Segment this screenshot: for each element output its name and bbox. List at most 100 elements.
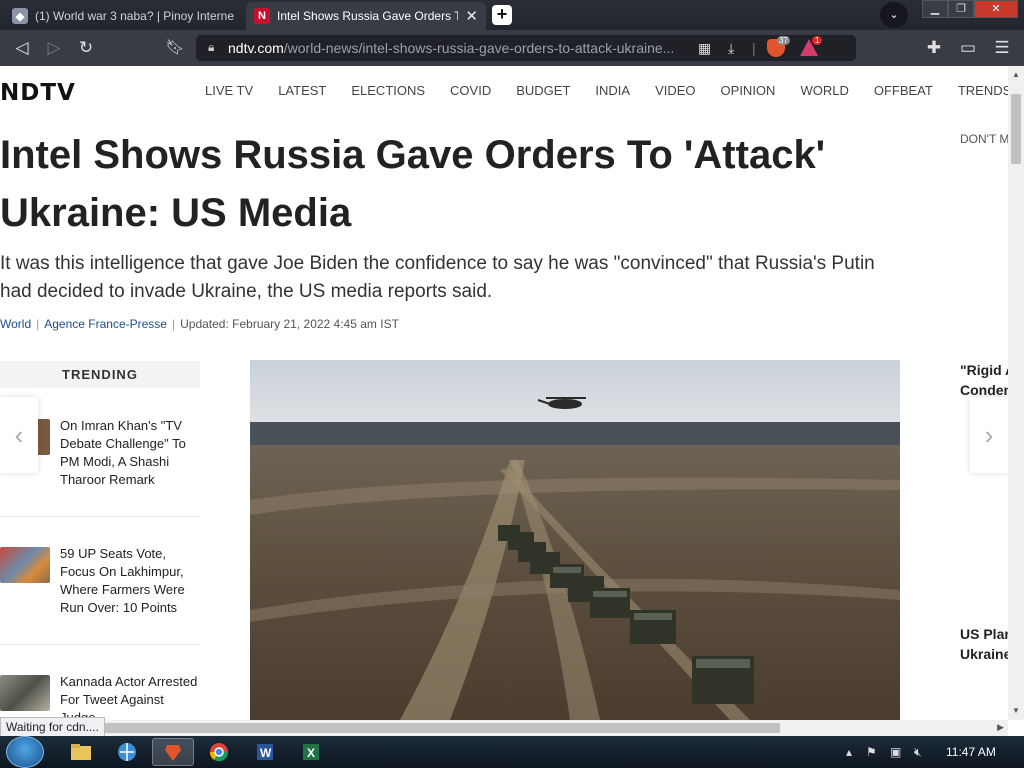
- military-convoy-photo: [250, 360, 900, 720]
- byline-separator: |: [171, 317, 176, 331]
- scroll-down-icon[interactable]: ▼: [1012, 706, 1020, 715]
- nav-budget[interactable]: BUDGET: [516, 83, 570, 98]
- chrome-icon: [209, 743, 229, 762]
- trending-thumbnail[interactable]: [0, 675, 50, 711]
- trending-panel: TRENDING On Imran Khan's "TV Debate Chal…: [0, 361, 200, 720]
- ndtv-logo[interactable]: NDTV: [0, 80, 76, 106]
- show-hidden-icons[interactable]: ▴: [846, 745, 852, 759]
- updated-date: Updated: February 21, 2022 4:45 am IST: [180, 317, 399, 331]
- horizontal-scrollbar[interactable]: ▶: [0, 720, 1008, 736]
- divider: [0, 644, 200, 645]
- window-controls: ▁ ❐ ✕: [922, 0, 1018, 18]
- side-story-2[interactable]: US Plan Ukraine: [960, 624, 1008, 664]
- tab-search-button[interactable]: ⌄: [880, 2, 908, 28]
- nav-elections[interactable]: ELECTIONS: [351, 83, 425, 98]
- side-story-line[interactable]: US Plan: [960, 624, 1008, 644]
- wallet-icon[interactable]: ▭: [958, 38, 978, 58]
- taskbar-clock[interactable]: 11:47 AM: [946, 745, 996, 759]
- word-icon: W: [257, 744, 273, 760]
- maximize-button[interactable]: ❐: [948, 0, 974, 18]
- trending-thumbnail[interactable]: [0, 547, 50, 583]
- nav-india[interactable]: INDIA: [595, 83, 630, 98]
- qr-code-icon[interactable]: ▦: [698, 40, 711, 57]
- nav-covid[interactable]: COVID: [450, 83, 491, 98]
- address-bar[interactable]: 🔒︎ ndtv.com/world-news/intel-shows-russi…: [196, 35, 856, 61]
- hero-image: [250, 360, 900, 720]
- dont-miss-heading: DON'T M: [960, 132, 1008, 146]
- status-bubble: Waiting for cdn....: [0, 717, 105, 737]
- url-path: /world-news/intel-shows-russia-gave-orde…: [283, 40, 675, 56]
- svg-text:W: W: [260, 746, 272, 760]
- horizontal-scroll-thumb[interactable]: [100, 723, 780, 733]
- taskbar-browser-2[interactable]: [106, 738, 148, 766]
- scroll-right-icon[interactable]: ▶: [997, 722, 1004, 733]
- divider: [0, 516, 200, 517]
- lock-icon: 🔒︎: [208, 40, 215, 54]
- side-story-line[interactable]: Ukraine: [960, 644, 1008, 664]
- install-app-icon[interactable]: ⤓: [728, 40, 734, 57]
- article-byline: World | Agence France-Presse | Updated: Febr…: [0, 317, 399, 331]
- browser-toolbar: ◁ ▷ ↻ 🔖︎ 🔒︎ ndtv.com/world-news/intel-sh…: [0, 30, 1024, 66]
- carousel-prev-button[interactable]: ‹: [0, 397, 38, 473]
- taskbar-word[interactable]: W: [244, 738, 286, 766]
- scroll-up-icon[interactable]: ▲: [1012, 70, 1020, 79]
- trending-heading: TRENDING: [0, 361, 200, 388]
- vertical-scrollbar[interactable]: ▲ ▼: [1008, 66, 1024, 720]
- bookmark-icon[interactable]: 🔖︎: [165, 38, 185, 58]
- volume-muted-icon[interactable]: 🔇︎: [914, 745, 922, 760]
- globe-icon: [118, 743, 136, 761]
- nav-video[interactable]: VIDEO: [655, 83, 695, 98]
- site-nav: NDTV LIVE TV LATEST ELECTIONS COVID BUDG…: [0, 66, 1008, 116]
- shield-count-badge: 37: [777, 36, 790, 45]
- menu-icon[interactable]: ☰: [992, 38, 1012, 58]
- close-tab-icon[interactable]: ✕: [465, 7, 478, 25]
- action-center-icon[interactable]: ⚑: [866, 745, 877, 759]
- folder-icon: [71, 744, 91, 760]
- svg-text:X: X: [307, 746, 315, 760]
- nav-latest[interactable]: LATEST: [278, 83, 326, 98]
- nav-offbeat[interactable]: OFFBEAT: [874, 83, 933, 98]
- excel-icon: X: [303, 744, 319, 760]
- back-icon[interactable]: ◁: [12, 38, 32, 58]
- carousel-next-button[interactable]: ›: [970, 397, 1008, 473]
- reload-icon[interactable]: ↻: [76, 38, 96, 58]
- tab-ndtv-article[interactable]: N Intel Shows Russia Gave Orders To 'Att…: [246, 2, 486, 30]
- extensions-icon[interactable]: ✚: [924, 38, 944, 58]
- nav-world[interactable]: WORLD: [800, 83, 848, 98]
- byline-separator: |: [36, 317, 40, 331]
- nav-live-tv[interactable]: LIVE TV: [205, 83, 253, 98]
- browser-tab-strip: ◆ (1) World war 3 naba? | Pinoy Internet…: [0, 0, 1024, 30]
- forward-icon[interactable]: ▷: [44, 38, 64, 58]
- article-headline: Intel Shows Russia Gave Orders To 'Attac…: [0, 133, 826, 235]
- tab-title: (1) World war 3 naba? | Pinoy Internet: [35, 9, 234, 23]
- article-summary: It was this intelligence that gave Joe B…: [0, 253, 875, 302]
- windows-taskbar: W X ▴ ⚑ ▣ 🔇︎ 11:47 AM: [0, 736, 1024, 768]
- new-tab-button[interactable]: +: [492, 5, 512, 25]
- category-link[interactable]: World: [0, 317, 31, 331]
- minimize-button[interactable]: ▁: [922, 0, 948, 18]
- nav-opinion[interactable]: OPINION: [721, 83, 776, 98]
- taskbar-file-explorer[interactable]: [60, 738, 102, 766]
- side-story-1[interactable]: "Rigid A Conden: [960, 360, 1008, 400]
- url-text[interactable]: ndtv.com/world-news/intel-shows-russia-g…: [228, 40, 688, 56]
- brave-icon: [165, 745, 181, 761]
- page-viewport: NDTV LIVE TV LATEST ELECTIONS COVID BUDG…: [0, 66, 1008, 720]
- trending-title[interactable]: 59 UP Seats Vote, Focus On Lakhimpur, Wh…: [60, 545, 200, 617]
- network-icon[interactable]: ▣: [890, 745, 901, 759]
- rewards-count-badge: 1: [812, 36, 823, 45]
- trending-title[interactable]: On Imran Khan's "TV Debate Challenge" To…: [60, 417, 200, 489]
- close-window-button[interactable]: ✕: [974, 0, 1018, 18]
- taskbar-brave[interactable]: [152, 738, 194, 766]
- tab-pinoy-internet[interactable]: ◆ (1) World war 3 naba? | Pinoy Internet: [4, 2, 242, 30]
- ndtv-favicon-icon: N: [254, 8, 270, 24]
- source-link[interactable]: Agence France-Presse: [44, 317, 167, 331]
- trending-title[interactable]: Kannada Actor Arrested For Tweet Against…: [60, 673, 200, 720]
- taskbar-excel[interactable]: X: [290, 738, 332, 766]
- nav-trends[interactable]: TRENDS: [958, 83, 1008, 98]
- vertical-scroll-thumb[interactable]: [1011, 94, 1021, 164]
- taskbar-chrome[interactable]: [198, 738, 240, 766]
- side-story-line[interactable]: "Rigid A: [960, 360, 1008, 380]
- pinoy-favicon-icon: ◆: [12, 8, 28, 24]
- tab-title: Intel Shows Russia Gave Orders To 'Attac…: [277, 9, 459, 23]
- start-button[interactable]: [6, 736, 44, 768]
